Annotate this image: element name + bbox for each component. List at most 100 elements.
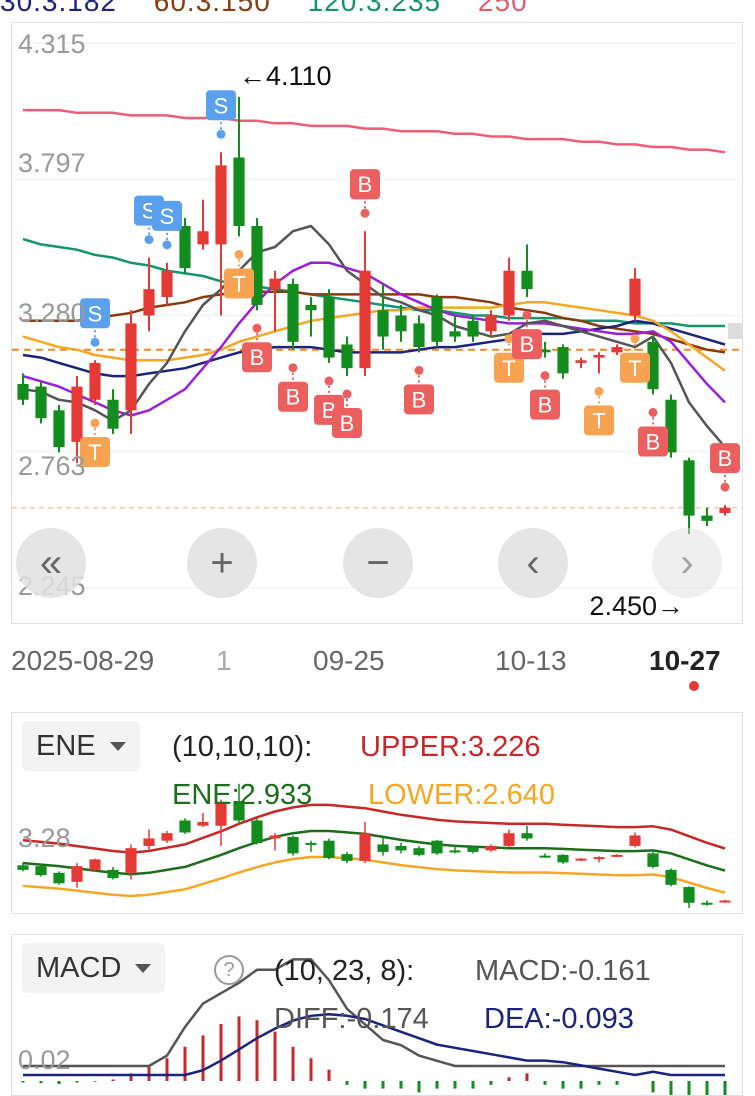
ma60-value: 60:3.150: [153, 0, 271, 17]
caret-down-icon: [135, 963, 152, 973]
ene-candle-body: [341, 854, 353, 861]
signal-dot: [540, 371, 550, 381]
ene-candle-body: [125, 848, 137, 873]
current-date-dot: [689, 681, 699, 691]
candle-body: [359, 270, 371, 369]
signal-dot: [414, 365, 424, 375]
candle-body: [629, 278, 641, 316]
date-label: 2025-08-29: [11, 645, 155, 676]
candle-body: [431, 297, 443, 342]
ene-candle-body: [539, 855, 551, 858]
signal-badge-label: S: [88, 301, 103, 326]
ene-candle-body: [305, 842, 317, 845]
signal-badge-label: B: [646, 429, 661, 454]
ene-candle-body: [557, 854, 569, 863]
scroll-left-button[interactable]: ‹: [498, 528, 568, 598]
signal-dot: [342, 389, 352, 399]
signal-badge-label: B: [718, 446, 733, 471]
plus-icon: +: [210, 540, 234, 585]
macd-diff-value: DIFF:-0.174: [274, 1003, 429, 1035]
ene-candle-body: [593, 857, 605, 860]
macd-dea-value: DEA:-0.093: [484, 1003, 634, 1035]
candle-body: [611, 347, 623, 353]
chevron-left-icon: ‹: [526, 540, 540, 585]
ene-candle-body: [719, 900, 731, 903]
ene-candle-body: [395, 845, 407, 851]
candle-body: [71, 386, 83, 442]
date-axis: 2025-08-29 1 09-25 10-13 10-27: [11, 645, 746, 685]
candle-body: [593, 354, 605, 358]
price-label-2: 3.797: [18, 148, 86, 178]
candle-body: [233, 157, 245, 226]
ene-candle-body: [503, 833, 515, 846]
ene-candle-body: [413, 848, 425, 855]
zoom-in-button[interactable]: +: [187, 528, 257, 598]
zoom-out-button[interactable]: −: [343, 528, 413, 598]
candlestick-chart[interactable]: SSSSSTTTTTBBBBBBBBBB←4.1102.450→ 4.315 3…: [11, 22, 743, 624]
macd-value: MACD:-0.161: [475, 955, 651, 987]
candle-body: [143, 289, 155, 316]
ene-candle-body: [287, 836, 299, 854]
candle-body: [269, 278, 281, 290]
ene-candle-body: [107, 869, 119, 879]
scroll-thumb: [728, 323, 742, 339]
candle-body: [413, 323, 425, 348]
ma-legend: 30:3.182 60:3.150 120:3.235 250: [0, 0, 755, 17]
candle-body: [107, 399, 119, 429]
candle-body: [377, 310, 389, 337]
ene-candle-body: [53, 872, 65, 884]
macd-axis-label: 0.02: [18, 1045, 71, 1075]
price-label-mid: 3.280: [18, 298, 86, 328]
ma120-value: 120:3.235: [307, 0, 442, 17]
signal-dot: [216, 129, 226, 139]
ene-candle-body: [449, 850, 461, 853]
macd-indicator-panel: MACD ? (10, 23, 8): MACD:-0.161 DIFF:-0.…: [11, 934, 743, 1096]
signal-badge-label: T: [232, 272, 245, 297]
ene-candle-body: [467, 847, 479, 852]
minus-icon: −: [366, 540, 390, 585]
ene-candle-body: [35, 866, 47, 876]
signal-dot: [720, 482, 730, 492]
signal-dot: [252, 323, 262, 333]
candle-body: [719, 507, 731, 513]
high-price-annotation: ←4.110: [239, 61, 332, 91]
signal-badge-label: S: [160, 204, 175, 229]
ene-lower-value: LOWER:2.640: [368, 779, 555, 811]
signal-dot: [630, 334, 640, 344]
ene-params: (10,10,10):: [172, 731, 313, 763]
ene-candle-body: [485, 845, 497, 851]
ene-selector-label: ENE: [36, 729, 96, 762]
scroll-right-button[interactable]: ›: [652, 528, 722, 598]
candle-body: [557, 347, 569, 374]
candle-body: [53, 410, 65, 448]
signal-badge-label: B: [286, 385, 301, 410]
ene-candle-body: [323, 840, 335, 858]
signal-dot: [288, 363, 298, 373]
ene-upper-value: UPPER:3.226: [360, 731, 541, 763]
candle-body: [449, 331, 461, 337]
price-label-top: 4.315: [18, 29, 86, 59]
candle-body: [575, 360, 587, 363]
chevron-right-icon: ›: [680, 540, 694, 585]
ene-candle-body: [683, 887, 695, 903]
ene-candle-body: [377, 844, 389, 852]
ene-candle-body: [269, 835, 281, 839]
jump-to-start-button[interactable]: «: [16, 528, 86, 598]
date-label-stub: 1: [216, 645, 232, 676]
ene-indicator-selector[interactable]: ENE: [22, 721, 140, 771]
signal-badge-label: S: [214, 93, 229, 118]
candle-body: [161, 270, 173, 298]
ene-candle-body: [71, 866, 83, 882]
signal-badge-label: T: [628, 356, 641, 381]
ene-candle-body: [575, 858, 587, 861]
date-label-current: 10-27: [649, 645, 721, 676]
candle-body: [35, 386, 47, 419]
ene-candle-body: [521, 833, 533, 839]
help-icon[interactable]: ?: [214, 955, 244, 985]
candle-body: [341, 344, 353, 369]
signal-badge-label: B: [520, 332, 535, 357]
ene-upper-line: [22, 803, 726, 854]
signal-dot: [234, 250, 244, 260]
candle-body: [485, 315, 497, 332]
macd-indicator-selector[interactable]: MACD: [22, 943, 166, 993]
